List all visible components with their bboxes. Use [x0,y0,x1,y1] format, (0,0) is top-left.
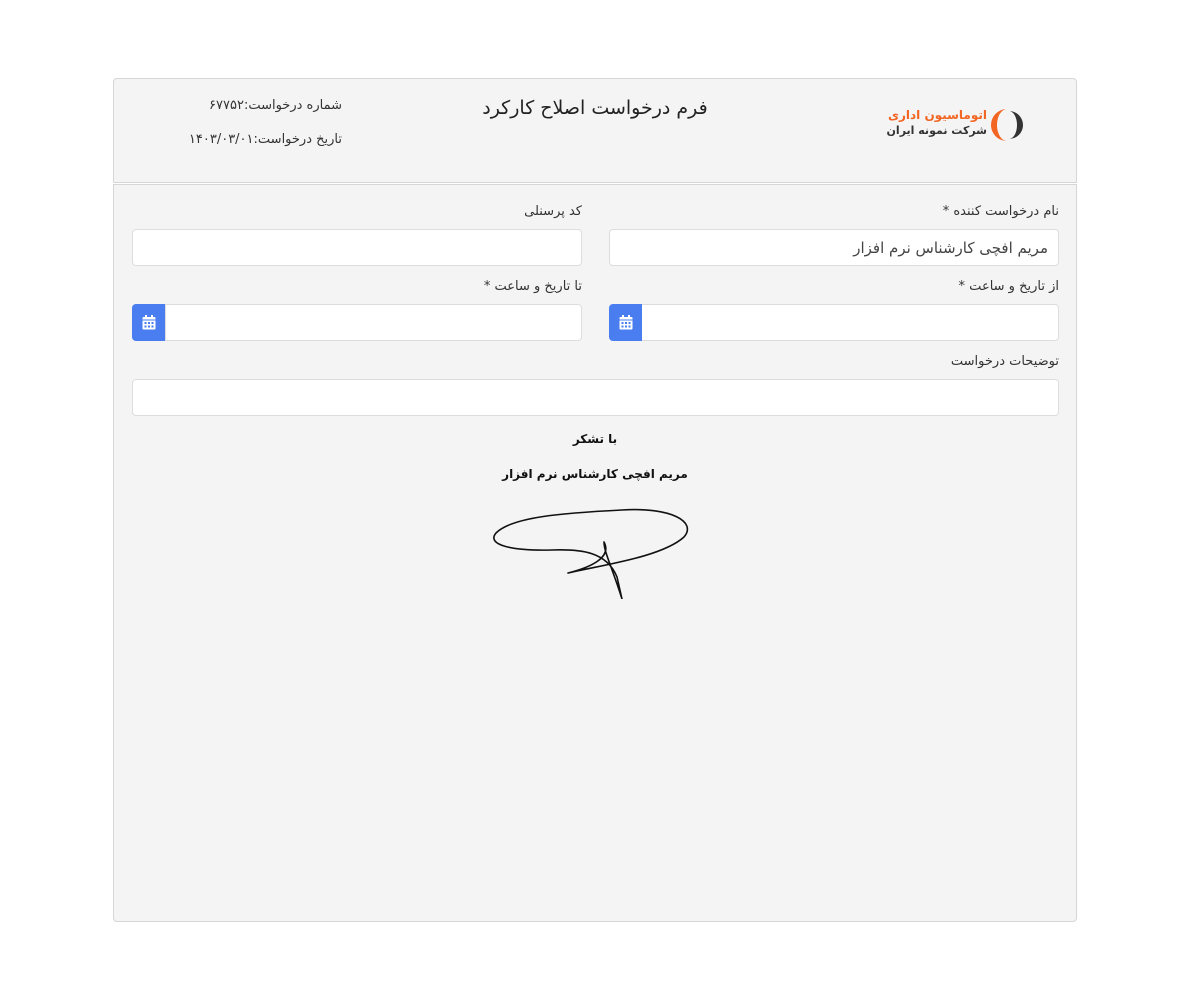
from-datetime-label: از تاریخ و ساعت * [958,279,1059,294]
from-datetime-input[interactable] [641,304,1059,341]
description-input[interactable] [132,379,1059,416]
to-datetime-calendar-button[interactable] [132,304,165,341]
signer-name: مریم افچی کارشناس نرم افزار [502,467,688,481]
form-body: نام درخواست کننده * کد پرسنلی از تاریخ و… [113,184,1077,922]
to-datetime-input[interactable] [165,304,582,341]
calendar-icon [142,315,155,330]
request-date: تاریخ درخواست:۱۴۰۳/۰۳/۰۱ [188,132,342,147]
requester-name-label: نام درخواست کننده * [942,204,1059,219]
from-datetime-calendar-button[interactable] [609,304,642,341]
signature-image [493,508,689,599]
company-logo: اتوماسیون اداری شرکت نمونه ایران [887,105,1025,145]
calendar-icon [619,315,632,330]
requester-name-input[interactable] [609,229,1059,266]
logo-line2: شرکت نمونه ایران [886,124,987,137]
thanks-text: با تشکر [572,432,618,446]
company-logo-icon [991,109,1023,141]
to-datetime-label: تا تاریخ و ساعت * [483,279,582,294]
form-header: شماره درخواست:۶۷۷۵۲ تاریخ درخواست:۱۴۰۳/۰… [113,78,1077,183]
personnel-code-label: کد پرسنلی [524,204,582,219]
logo-text: اتوماسیون اداری شرکت نمونه ایران [887,107,987,138]
description-label: توضیحات درخواست [950,354,1059,369]
logo-line1: اتوماسیون اداری [887,108,987,122]
request-form: شماره درخواست:۶۷۷۵۲ تاریخ درخواست:۱۴۰۳/۰… [113,78,1077,922]
personnel-code-input[interactable] [132,229,582,266]
